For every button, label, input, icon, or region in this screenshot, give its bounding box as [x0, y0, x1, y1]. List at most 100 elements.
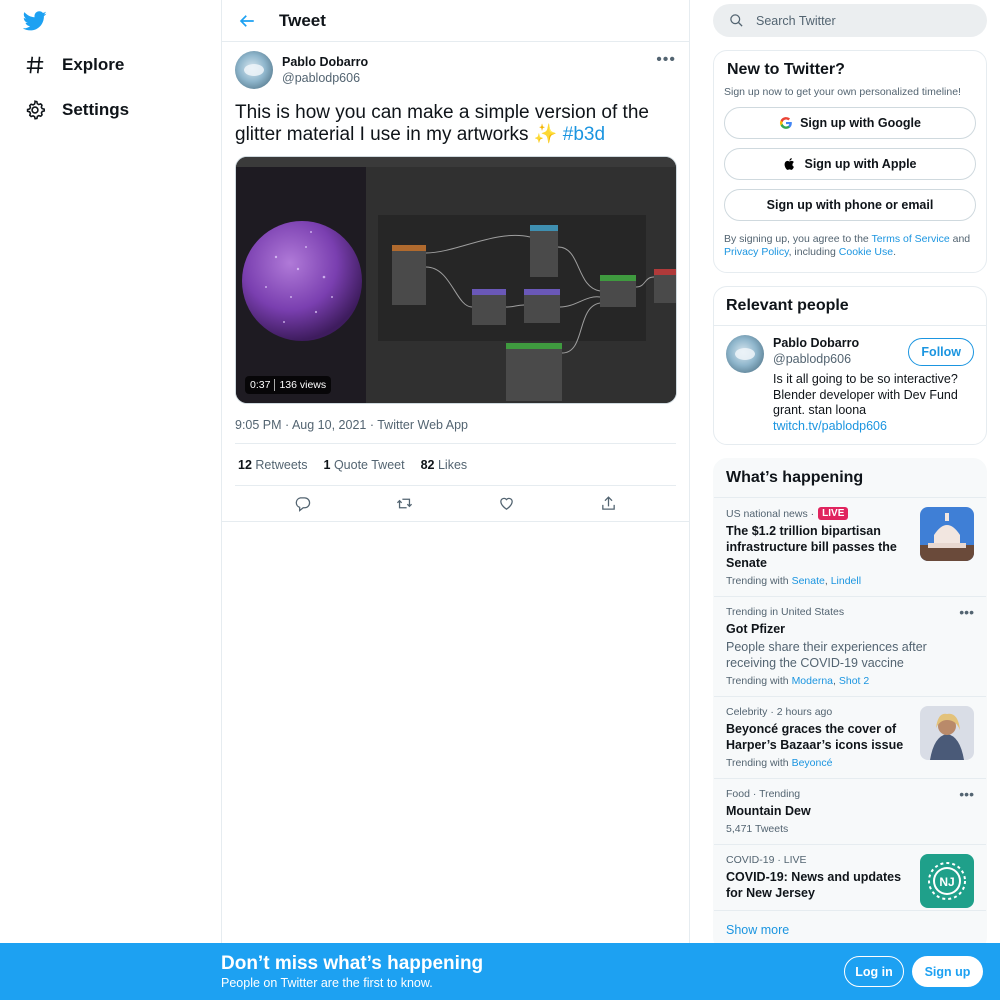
login-button[interactable]: Log in — [844, 956, 904, 987]
relevant-people-header: Relevant people — [714, 287, 986, 326]
search-input[interactable] — [756, 13, 956, 28]
nav-item-settings[interactable]: Settings — [24, 99, 129, 121]
trend-title: COVID-19: News and updates for New Jerse… — [726, 870, 902, 900]
trend-meta: Trending in United States — [726, 606, 974, 618]
signup-title: New to Twitter? — [727, 61, 845, 78]
covid-nj-thumbnail: NJ — [920, 854, 974, 908]
search-icon — [730, 14, 743, 27]
trend-tweet-count: 5,471 Tweets — [726, 823, 789, 835]
back-arrow-icon[interactable] — [238, 12, 256, 30]
hashtag-link[interactable]: #b3d — [563, 124, 605, 145]
signup-phone-button[interactable]: Sign up with phone or email — [724, 189, 976, 221]
main-column: Tweet Pablo Dobarro @pablodp606 ••• This… — [221, 0, 690, 1000]
nav-item-explore[interactable]: Explore — [24, 54, 124, 76]
trend-item[interactable]: US national news · LIVE The $1.2 trillio… — [714, 497, 986, 596]
trend-category: Food · Trending — [726, 788, 801, 800]
like-icon[interactable] — [498, 495, 515, 512]
author-text: Pablo Dobarro @pablodp606 — [282, 54, 368, 86]
signup-subtitle: Sign up now to get your own personalized… — [724, 86, 961, 98]
tweet-actions — [222, 486, 689, 522]
bottom-bar-subtitle: People on Twitter are the first to know. — [221, 976, 433, 990]
video-duration: 0:37 — [250, 379, 271, 391]
terms-link[interactable]: Terms of Service — [872, 233, 950, 245]
trend-with-link[interactable]: Lindell — [831, 575, 861, 587]
trend-with: Trending with Moderna, Shot 2 — [726, 675, 870, 687]
legal-pre: By signing up, you agree to the — [724, 233, 872, 245]
video-views: 136 views — [279, 379, 327, 391]
trend-title: Got Pfizer — [726, 622, 786, 636]
avatar[interactable] — [726, 335, 764, 373]
trend-item[interactable]: Food · Trending Mountain Dew 5,471 Tweet… — [714, 778, 986, 844]
nav-item-label: Settings — [62, 100, 130, 119]
signup-google-button[interactable]: Sign up with Google — [724, 107, 976, 139]
trend-category: COVID-19 · LIVE — [726, 854, 807, 866]
avatar[interactable] — [235, 51, 273, 89]
trend-title: Beyoncé graces the cover of Harper’s Baz… — [726, 722, 904, 752]
video-player[interactable]: 0:37 136 views — [235, 156, 677, 404]
timestamp-text[interactable]: 9:05 PM · Aug 10, 2021 · Twitter Web App — [235, 418, 468, 432]
quotes-label: Quote Tweet — [333, 457, 405, 472]
page-title: Tweet — [279, 10, 326, 30]
trend-with-link[interactable]: Shot 2 — [839, 675, 869, 687]
privacy-link[interactable]: Privacy Policy — [724, 246, 789, 258]
trend-title: Mountain Dew — [726, 804, 811, 818]
share-icon[interactable] — [600, 495, 617, 512]
likes-stat[interactable]: 82 Likes — [421, 458, 468, 472]
bottom-signup-bar: Don’t miss what’s happening People on Tw… — [0, 943, 1000, 1000]
person-item[interactable]: Pablo Dobarro @pablodp606 Is it all goin… — [714, 326, 986, 444]
author-handle[interactable]: @pablodp606 — [282, 70, 368, 86]
trend-item[interactable]: Celebrity · 2 hours ago Beyoncé graces t… — [714, 696, 986, 778]
trend-with-label: Trending with — [726, 675, 792, 687]
google-icon — [780, 117, 792, 129]
signup-phone-label: Sign up with phone or email — [766, 198, 934, 212]
tweet: Pablo Dobarro @pablodp606 ••• This is ho… — [222, 42, 689, 522]
whats-happening-header: What’s happening — [714, 459, 986, 497]
signup-card: New to Twitter? Sign up now to get your … — [713, 50, 987, 273]
more-options-icon[interactable]: ••• — [959, 604, 974, 620]
video-info-badge: 0:37 136 views — [245, 376, 332, 394]
signup-apple-button[interactable]: Sign up with Apple — [724, 148, 976, 180]
trend-with-link[interactable]: Beyoncé — [792, 757, 833, 769]
bio-link[interactable]: twitch.tv/pablodp606 — [773, 419, 887, 433]
retweets-label: Retweets — [255, 457, 308, 472]
gear-icon — [26, 100, 46, 120]
signup-button[interactable]: Sign up — [912, 956, 983, 987]
trend-description: People share their experiences after rec… — [726, 640, 927, 670]
retweet-icon[interactable] — [396, 495, 413, 512]
likes-count: 82 — [420, 457, 435, 472]
trend-with-link[interactable]: Senate — [792, 575, 825, 587]
left-nav: Explore Settings — [0, 0, 221, 1000]
retweets-count: 12 — [238, 457, 252, 472]
trend-with-link[interactable]: Moderna — [792, 675, 833, 687]
whats-happening-title: What’s happening — [726, 469, 864, 486]
trend-with-label: Trending with — [726, 575, 792, 587]
trend-category: Trending in United States — [726, 606, 845, 618]
tweet-author[interactable]: Pablo Dobarro @pablodp606 — [235, 51, 676, 89]
twitter-bird-logo[interactable] — [23, 9, 47, 33]
legal-mid2: , including — [788, 246, 839, 258]
trend-category: Celebrity · 2 hours ago — [726, 706, 833, 718]
person-bio: Is it all going to be so interactive? Bl… — [773, 372, 974, 434]
follow-button[interactable]: Follow — [908, 338, 974, 366]
trend-with-label: Trending with — [726, 757, 792, 769]
trend-item[interactable]: COVID-19 · LIVE COVID-19: News and updat… — [714, 844, 986, 910]
whats-happening-card: What’s happening US national news · LIVE… — [713, 458, 987, 951]
trend-with: Trending with Senate, Lindell — [726, 575, 862, 587]
nav-item-label: Explore — [62, 55, 125, 74]
more-options-icon[interactable]: ••• — [959, 786, 974, 802]
video-frame — [236, 157, 676, 403]
legal-end: . — [893, 246, 896, 258]
trend-category: US national news · — [726, 507, 815, 520]
cookie-link[interactable]: Cookie Use — [839, 246, 893, 258]
search-bar[interactable] — [713, 4, 987, 37]
reply-icon[interactable] — [294, 495, 311, 512]
legal-mid: and — [949, 233, 971, 245]
more-options-icon[interactable]: ••• — [656, 52, 676, 68]
author-name[interactable]: Pablo Dobarro — [282, 54, 368, 70]
trend-title: The $1.2 trillion bipartisan infrastruct… — [726, 524, 897, 570]
trend-item[interactable]: Trending in United States Got Pfizer Peo… — [714, 596, 986, 696]
celebrity-thumbnail — [920, 706, 974, 760]
retweets-stat[interactable]: 12 Retweets — [238, 458, 308, 472]
apple-icon — [785, 158, 795, 170]
quotes-stat[interactable]: 1 Quote Tweet — [324, 458, 405, 472]
